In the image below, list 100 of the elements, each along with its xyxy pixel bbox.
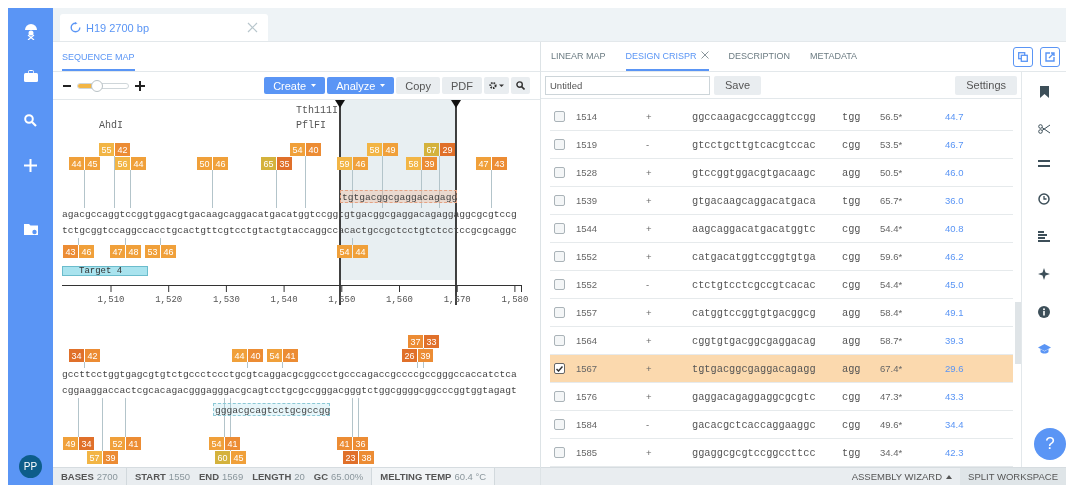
score-label[interactable]: 56	[115, 157, 130, 170]
score-label[interactable]: 37	[408, 335, 423, 348]
enzyme-label[interactable]: Tth111I	[296, 105, 338, 116]
row-checkbox[interactable]	[554, 139, 565, 150]
panel-tab[interactable]: LINEAR MAP	[551, 51, 606, 71]
score-label[interactable]: 44	[232, 349, 247, 362]
equals-icon[interactable]	[1038, 160, 1050, 167]
score-label[interactable]: 59	[337, 157, 352, 170]
help-button[interactable]: ?	[1034, 428, 1066, 460]
user-avatar[interactable]: PP	[19, 455, 42, 478]
guide-row[interactable]: 1576 + gaggacagaggaggcgcgtc cgg 47.3* 43.3	[550, 383, 1013, 411]
guide-row[interactable]: 1539 + gtgacaagcaggacatgaca tgg 65.7* 36.0	[550, 187, 1013, 215]
score-label[interactable]: 40	[306, 143, 321, 156]
row-checkbox[interactable]	[554, 251, 565, 262]
score-label[interactable]: 44	[69, 157, 84, 170]
score-label[interactable]: 52	[110, 437, 125, 450]
document-tab[interactable]: H19 2700 bp	[60, 14, 268, 41]
panel-tab[interactable]: DESCRIPTION	[728, 51, 791, 71]
score-label[interactable]: 48	[126, 245, 141, 258]
zoom-in-icon[interactable]	[135, 80, 145, 91]
score-label[interactable]: 46	[213, 157, 228, 170]
score-label[interactable]: 23	[343, 451, 358, 464]
score-label[interactable]: 58	[406, 157, 421, 170]
score-label[interactable]: 33	[424, 335, 439, 348]
row-checkbox[interactable]	[554, 447, 565, 458]
score-label[interactable]: 65	[261, 157, 276, 170]
score-label[interactable]: 35	[277, 157, 292, 170]
bookmark-icon[interactable]	[1039, 86, 1049, 98]
score-label[interactable]: 44	[353, 245, 368, 258]
row-checkbox[interactable]	[554, 279, 565, 290]
split-workspace-button[interactable]: SPLIT WORKSPACE	[960, 468, 1066, 485]
guide-row[interactable]: 1519 - gtcctgcttgtcacgtccac cgg 53.5* 46.7	[550, 131, 1013, 159]
score-label[interactable]: 34	[79, 437, 94, 450]
row-checkbox[interactable]	[554, 307, 565, 318]
score-label[interactable]: 26	[402, 349, 417, 362]
save-button[interactable]: Save	[714, 75, 762, 95]
bars-icon[interactable]	[1038, 231, 1050, 242]
toolbar-button[interactable]: Create	[264, 77, 326, 94]
guide-row[interactable]: 1544 + aagcaggacatgacatggtc cgg 54.4* 40.8	[550, 215, 1013, 243]
score-label[interactable]: 46	[161, 245, 176, 258]
close-icon[interactable]	[247, 22, 258, 33]
export-button[interactable]	[1040, 46, 1060, 67]
toolbar-button[interactable]: PDF	[442, 77, 482, 94]
score-label[interactable]: 39	[422, 157, 437, 170]
score-label[interactable]: 53	[145, 245, 160, 258]
score-label[interactable]: 36	[353, 437, 368, 450]
row-checkbox[interactable]	[554, 391, 565, 402]
clock-icon[interactable]	[1038, 193, 1050, 205]
guide-row[interactable]: 1528 + gtccggtggacgtgacaagc agg 50.5* 46.0	[550, 159, 1013, 187]
score-label[interactable]: 49	[63, 437, 78, 450]
guide-sequence[interactable]: gggacgcagtcctgcgccgg	[213, 403, 330, 416]
score-label[interactable]: 50	[197, 157, 212, 170]
guide-row[interactable]: 1557 + catggtccggtgtgacggcg agg 58.4* 49.1	[550, 299, 1013, 327]
guide-row[interactable]: 1552 + catgacatggtccggtgtga cgg 59.6* 46.2	[550, 243, 1013, 271]
folder-icon[interactable]	[23, 222, 38, 235]
name-input-field[interactable]: Untitled	[545, 75, 710, 95]
enzyme-label[interactable]: AhdI	[99, 120, 123, 131]
guide-row[interactable]: 1567 + tgtgacggcgaggacagagg agg 67.4* 29.6	[550, 355, 1013, 383]
score-label[interactable]: 67	[424, 143, 439, 156]
score-label[interactable]: 42	[115, 143, 130, 156]
scissors-icon[interactable]	[1038, 124, 1050, 134]
row-checkbox[interactable]	[554, 363, 565, 374]
row-checkbox[interactable]	[554, 335, 565, 346]
sparkle-icon[interactable]	[1038, 268, 1050, 280]
score-label[interactable]: 40	[248, 349, 263, 362]
toolbar-button[interactable]: Analyze	[327, 77, 395, 94]
score-label[interactable]: 57	[87, 451, 102, 464]
score-label[interactable]: 54	[337, 245, 352, 258]
toolbar-button[interactable]: Copy	[396, 77, 440, 94]
duplicate-button[interactable]	[1013, 46, 1033, 67]
score-label[interactable]: 45	[231, 451, 246, 464]
score-label[interactable]: 55	[99, 143, 114, 156]
score-label[interactable]: 58	[367, 143, 382, 156]
score-label[interactable]: 54	[290, 143, 305, 156]
score-label[interactable]: 47	[476, 157, 491, 170]
score-label[interactable]: 29	[440, 143, 455, 156]
info-icon[interactable]	[1038, 306, 1050, 318]
panel-tab[interactable]: DESIGN CRISPR	[625, 51, 709, 71]
guide-row[interactable]: 1584 - gacacgctcaccaggaaggc cgg 49.6* 34.4	[550, 411, 1013, 439]
row-checkbox[interactable]	[554, 419, 565, 430]
score-label[interactable]: 60	[215, 451, 230, 464]
search-button[interactable]	[511, 77, 530, 94]
score-label[interactable]: 41	[283, 349, 298, 362]
score-label[interactable]: 49	[383, 143, 398, 156]
score-label[interactable]: 38	[359, 451, 374, 464]
score-label[interactable]: 41	[225, 437, 240, 450]
row-checkbox[interactable]	[554, 223, 565, 234]
enzyme-label[interactable]: PflFI	[296, 120, 326, 131]
score-label[interactable]: 54	[267, 349, 282, 362]
settings-button[interactable]	[484, 77, 509, 94]
settings-button[interactable]: Settings	[955, 75, 1017, 95]
score-label[interactable]: 43	[63, 245, 78, 258]
panel-tab[interactable]: METADATA	[810, 51, 858, 71]
score-label[interactable]: 45	[85, 157, 100, 170]
close-icon[interactable]	[700, 51, 709, 59]
score-label[interactable]: 34	[69, 349, 84, 362]
score-label[interactable]: 43	[492, 157, 507, 170]
search-icon[interactable]	[24, 114, 37, 127]
score-label[interactable]: 39	[103, 451, 118, 464]
score-label[interactable]: 46	[353, 157, 368, 170]
